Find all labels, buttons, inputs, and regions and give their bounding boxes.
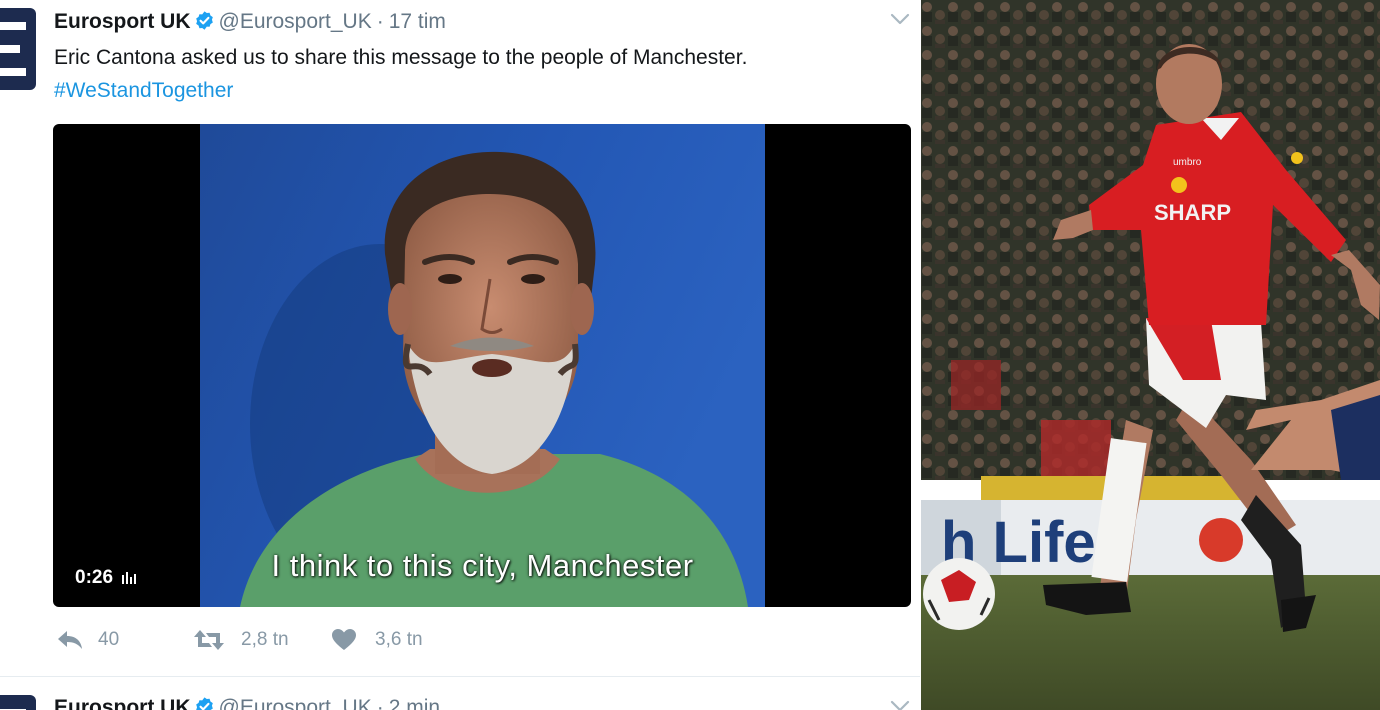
avatar-logo-bar <box>0 45 20 53</box>
avatar[interactable] <box>0 695 36 710</box>
cantona-playing-photo: h Life SHARP umbro <box>921 0 1380 710</box>
volume-bars-icon[interactable] <box>122 572 138 584</box>
tweet-text: Eric Cantona asked us to share this mess… <box>54 41 747 107</box>
tweet-timeline: Eurosport UK @Eurosport_UK · 17 tim Eric Ca… <box>0 0 920 710</box>
football-photo-illustration: h Life SHARP umbro <box>921 0 1380 710</box>
tweet[interactable]: Eurosport UK @Eurosport_UK · 17 tim Eric Ca… <box>0 0 920 677</box>
separator-dot: · <box>376 696 384 710</box>
like-button[interactable]: 3,6 tn <box>331 628 423 652</box>
tweet-timestamp[interactable]: 17 tim <box>389 10 446 33</box>
chevron-down-icon[interactable] <box>890 12 910 26</box>
tweet-body: Eric Cantona asked us to share this mess… <box>54 46 748 69</box>
reply-count: 40 <box>98 629 120 650</box>
video-subtitle: I think to this city, Manchester <box>271 548 694 583</box>
video-frame <box>200 124 765 607</box>
chevron-down-icon[interactable] <box>890 699 910 710</box>
avatar[interactable] <box>0 8 36 90</box>
reply-button[interactable]: 40 <box>56 628 119 652</box>
shirt-brand-text: umbro <box>1173 157 1202 168</box>
verified-badge-icon <box>195 11 213 30</box>
retweet-icon <box>194 630 224 650</box>
tweet-header: Eurosport UK @Eurosport_UK · 17 tim <box>54 9 446 35</box>
reply-icon <box>58 631 82 649</box>
verified-badge-icon <box>195 697 213 710</box>
author-handle[interactable]: @Eurosport_UK <box>219 696 372 710</box>
author-handle[interactable]: @Eurosport_UK <box>219 10 372 33</box>
avatar-logo-bar <box>0 22 26 30</box>
video-player[interactable]: I think to this city, Manchester 0:26 <box>53 124 911 607</box>
tweet[interactable]: Eurosport UK @Eurosport_UK · 2 min <box>0 677 920 710</box>
tweet-timestamp[interactable]: 2 min <box>389 696 440 710</box>
retweet-button[interactable]: 2,8 tn <box>192 628 289 652</box>
hashtag-link[interactable]: #WeStandTogether <box>54 74 747 107</box>
separator-dot: · <box>376 10 384 33</box>
heart-icon <box>332 629 356 650</box>
like-count: 3,6 tn <box>375 629 423 650</box>
video-duration: 0:26 <box>75 567 138 589</box>
author-name[interactable]: Eurosport UK <box>54 10 191 33</box>
avatar-logo-bar <box>0 68 26 76</box>
tweet-header: Eurosport UK @Eurosport_UK · 2 min <box>54 695 440 710</box>
author-name[interactable]: Eurosport UK <box>54 696 191 710</box>
retweet-count: 2,8 tn <box>241 629 289 650</box>
video-duration-text: 0:26 <box>75 567 114 588</box>
shirt-sponsor-text: SHARP <box>1154 200 1231 225</box>
